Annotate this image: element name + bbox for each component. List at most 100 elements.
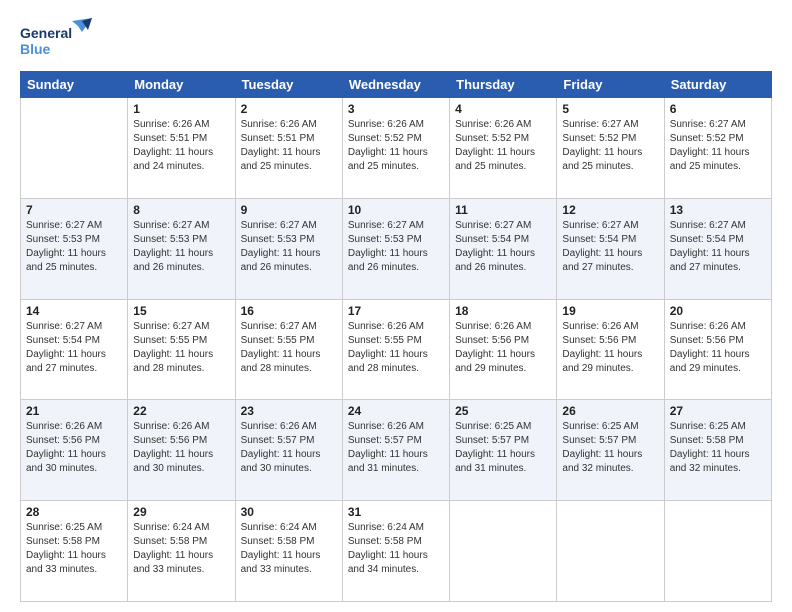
cell-text: Sunrise: 6:27 AM Sunset: 5:53 PM Dayligh… bbox=[241, 219, 337, 275]
day-number: 29 bbox=[133, 505, 229, 519]
day-number: 12 bbox=[562, 203, 658, 217]
calendar-cell: 27Sunrise: 6:25 AM Sunset: 5:58 PM Dayli… bbox=[664, 400, 771, 501]
calendar-cell bbox=[664, 501, 771, 602]
calendar-cell: 11Sunrise: 6:27 AM Sunset: 5:54 PM Dayli… bbox=[450, 198, 557, 299]
calendar-cell: 5Sunrise: 6:27 AM Sunset: 5:52 PM Daylig… bbox=[557, 98, 664, 199]
day-number: 28 bbox=[26, 505, 122, 519]
day-number: 13 bbox=[670, 203, 766, 217]
day-number: 11 bbox=[455, 203, 551, 217]
logo: GeneralBlue bbox=[20, 16, 100, 61]
day-number: 10 bbox=[348, 203, 444, 217]
cell-text: Sunrise: 6:27 AM Sunset: 5:52 PM Dayligh… bbox=[670, 118, 766, 174]
svg-text:Blue: Blue bbox=[20, 41, 51, 57]
day-header-saturday: Saturday bbox=[664, 72, 771, 98]
cell-text: Sunrise: 6:25 AM Sunset: 5:57 PM Dayligh… bbox=[562, 420, 658, 476]
cell-text: Sunrise: 6:26 AM Sunset: 5:51 PM Dayligh… bbox=[133, 118, 229, 174]
calendar-cell: 18 Sunrise: 6:26 AM Sunset: 5:56 PM Dayli… bbox=[450, 299, 557, 400]
calendar-cell: 17 Sunrise: 6:26 AM Sunset: 5:55 PM Dayli… bbox=[342, 299, 449, 400]
calendar-cell: 2Sunrise: 6:26 AM Sunset: 5:51 PM Daylig… bbox=[235, 98, 342, 199]
cell-text: Sunrise: 6:27 AM Sunset: 5:53 PM Dayligh… bbox=[133, 219, 229, 275]
week-row: 21 Sunrise: 6:26 AM Sunset: 5:56 PM Dayli… bbox=[21, 400, 772, 501]
calendar-cell: 13 Sunrise: 6:27 AM Sunset: 5:54 PM Dayli… bbox=[664, 198, 771, 299]
week-row: 28 Sunrise: 6:25 AM Sunset: 5:58 PM Dayli… bbox=[21, 501, 772, 602]
calendar-cell: 24 Sunrise: 6:26 AM Sunset: 5:57 PM Dayli… bbox=[342, 400, 449, 501]
calendar-cell: 15 Sunrise: 6:27 AM Sunset: 5:55 PM Dayli… bbox=[128, 299, 235, 400]
day-header-sunday: Sunday bbox=[21, 72, 128, 98]
cell-text: Sunrise: 6:27 AM Sunset: 5:54 PM Dayligh… bbox=[562, 219, 658, 275]
cell-text: Sunrise: 6:27 AM Sunset: 5:55 PM Dayligh… bbox=[133, 320, 229, 376]
cell-text: Sunrise: 6:27 AM Sunset: 5:52 PM Dayligh… bbox=[562, 118, 658, 174]
calendar-cell: 25 Sunrise: 6:25 AM Sunset: 5:57 PM Dayli… bbox=[450, 400, 557, 501]
cell-text: Sunrise: 6:26 AM Sunset: 5:52 PM Dayligh… bbox=[455, 118, 551, 174]
cell-text: Sunrise: 6:27 AM Sunset: 5:54 PM Dayligh… bbox=[670, 219, 766, 275]
day-header-monday: Monday bbox=[128, 72, 235, 98]
calendar-cell: 14Sunrise: 6:27 AM Sunset: 5:54 PM Dayli… bbox=[21, 299, 128, 400]
day-number: 25 bbox=[455, 404, 551, 418]
day-number: 6 bbox=[670, 102, 766, 116]
calendar-cell bbox=[450, 501, 557, 602]
cell-text: Sunrise: 6:27 AM Sunset: 5:54 PM Dayligh… bbox=[26, 320, 122, 376]
day-number: 2 bbox=[241, 102, 337, 116]
cell-text: Sunrise: 6:27 AM Sunset: 5:53 PM Dayligh… bbox=[348, 219, 444, 275]
day-header-friday: Friday bbox=[557, 72, 664, 98]
calendar-cell: 19Sunrise: 6:26 AM Sunset: 5:56 PM Dayli… bbox=[557, 299, 664, 400]
page: GeneralBlue SundayMondayTuesdayWednesday… bbox=[0, 0, 792, 612]
day-number: 18 bbox=[455, 304, 551, 318]
day-number: 31 bbox=[348, 505, 444, 519]
cell-text: Sunrise: 6:26 AM Sunset: 5:56 PM Dayligh… bbox=[562, 320, 658, 376]
calendar-cell: 30Sunrise: 6:24 AM Sunset: 5:58 PM Dayli… bbox=[235, 501, 342, 602]
calendar-cell: 6 Sunrise: 6:27 AM Sunset: 5:52 PM Daylig… bbox=[664, 98, 771, 199]
header-row: SundayMondayTuesdayWednesdayThursdayFrid… bbox=[21, 72, 772, 98]
cell-text: Sunrise: 6:26 AM Sunset: 5:56 PM Dayligh… bbox=[670, 320, 766, 376]
day-number: 23 bbox=[241, 404, 337, 418]
day-number: 22 bbox=[133, 404, 229, 418]
logo-svg: GeneralBlue bbox=[20, 16, 100, 61]
cell-text: Sunrise: 6:26 AM Sunset: 5:56 PM Dayligh… bbox=[26, 420, 122, 476]
header: GeneralBlue bbox=[20, 16, 772, 61]
cell-text: Sunrise: 6:24 AM Sunset: 5:58 PM Dayligh… bbox=[348, 521, 444, 577]
calendar-cell: 9 Sunrise: 6:27 AM Sunset: 5:53 PM Daylig… bbox=[235, 198, 342, 299]
day-number: 1 bbox=[133, 102, 229, 116]
calendar-cell: 28 Sunrise: 6:25 AM Sunset: 5:58 PM Dayli… bbox=[21, 501, 128, 602]
day-number: 16 bbox=[241, 304, 337, 318]
day-number: 30 bbox=[241, 505, 337, 519]
cell-text: Sunrise: 6:27 AM Sunset: 5:55 PM Dayligh… bbox=[241, 320, 337, 376]
day-number: 15 bbox=[133, 304, 229, 318]
calendar-cell: 3 Sunrise: 6:26 AM Sunset: 5:52 PM Daylig… bbox=[342, 98, 449, 199]
calendar-cell: 7Sunrise: 6:27 AM Sunset: 5:53 PM Daylig… bbox=[21, 198, 128, 299]
cell-text: Sunrise: 6:25 AM Sunset: 5:58 PM Dayligh… bbox=[26, 521, 122, 577]
cell-text: Sunrise: 6:26 AM Sunset: 5:57 PM Dayligh… bbox=[241, 420, 337, 476]
day-number: 20 bbox=[670, 304, 766, 318]
cell-text: Sunrise: 6:26 AM Sunset: 5:55 PM Dayligh… bbox=[348, 320, 444, 376]
cell-text: Sunrise: 6:26 AM Sunset: 5:56 PM Dayligh… bbox=[133, 420, 229, 476]
calendar-cell: 10 Sunrise: 6:27 AM Sunset: 5:53 PM Dayli… bbox=[342, 198, 449, 299]
cell-text: Sunrise: 6:26 AM Sunset: 5:56 PM Dayligh… bbox=[455, 320, 551, 376]
cell-text: Sunrise: 6:24 AM Sunset: 5:58 PM Dayligh… bbox=[133, 521, 229, 577]
day-number: 24 bbox=[348, 404, 444, 418]
day-number: 8 bbox=[133, 203, 229, 217]
calendar-cell: 1 Sunrise: 6:26 AM Sunset: 5:51 PM Daylig… bbox=[128, 98, 235, 199]
cell-text: Sunrise: 6:25 AM Sunset: 5:57 PM Dayligh… bbox=[455, 420, 551, 476]
calendar-cell: 16 Sunrise: 6:27 AM Sunset: 5:55 PM Dayli… bbox=[235, 299, 342, 400]
day-number: 26 bbox=[562, 404, 658, 418]
day-number: 3 bbox=[348, 102, 444, 116]
week-row: 14Sunrise: 6:27 AM Sunset: 5:54 PM Dayli… bbox=[21, 299, 772, 400]
calendar-cell: 12 Sunrise: 6:27 AM Sunset: 5:54 PM Dayli… bbox=[557, 198, 664, 299]
day-header-wednesday: Wednesday bbox=[342, 72, 449, 98]
calendar-cell: 26 Sunrise: 6:25 AM Sunset: 5:57 PM Dayli… bbox=[557, 400, 664, 501]
day-number: 9 bbox=[241, 203, 337, 217]
calendar-cell: 20 Sunrise: 6:26 AM Sunset: 5:56 PM Dayli… bbox=[664, 299, 771, 400]
calendar-table: SundayMondayTuesdayWednesdayThursdayFrid… bbox=[20, 71, 772, 602]
calendar-cell: 4 Sunrise: 6:26 AM Sunset: 5:52 PM Daylig… bbox=[450, 98, 557, 199]
day-number: 17 bbox=[348, 304, 444, 318]
cell-text: Sunrise: 6:26 AM Sunset: 5:57 PM Dayligh… bbox=[348, 420, 444, 476]
calendar-cell bbox=[21, 98, 128, 199]
day-number: 21 bbox=[26, 404, 122, 418]
calendar-cell: 31 Sunrise: 6:24 AM Sunset: 5:58 PM Dayli… bbox=[342, 501, 449, 602]
calendar-cell: 22 Sunrise: 6:26 AM Sunset: 5:56 PM Dayli… bbox=[128, 400, 235, 501]
calendar-cell: 23 Sunrise: 6:26 AM Sunset: 5:57 PM Dayli… bbox=[235, 400, 342, 501]
day-number: 4 bbox=[455, 102, 551, 116]
calendar-cell: 8 Sunrise: 6:27 AM Sunset: 5:53 PM Daylig… bbox=[128, 198, 235, 299]
cell-text: Sunrise: 6:26 AM Sunset: 5:52 PM Dayligh… bbox=[348, 118, 444, 174]
day-number: 27 bbox=[670, 404, 766, 418]
